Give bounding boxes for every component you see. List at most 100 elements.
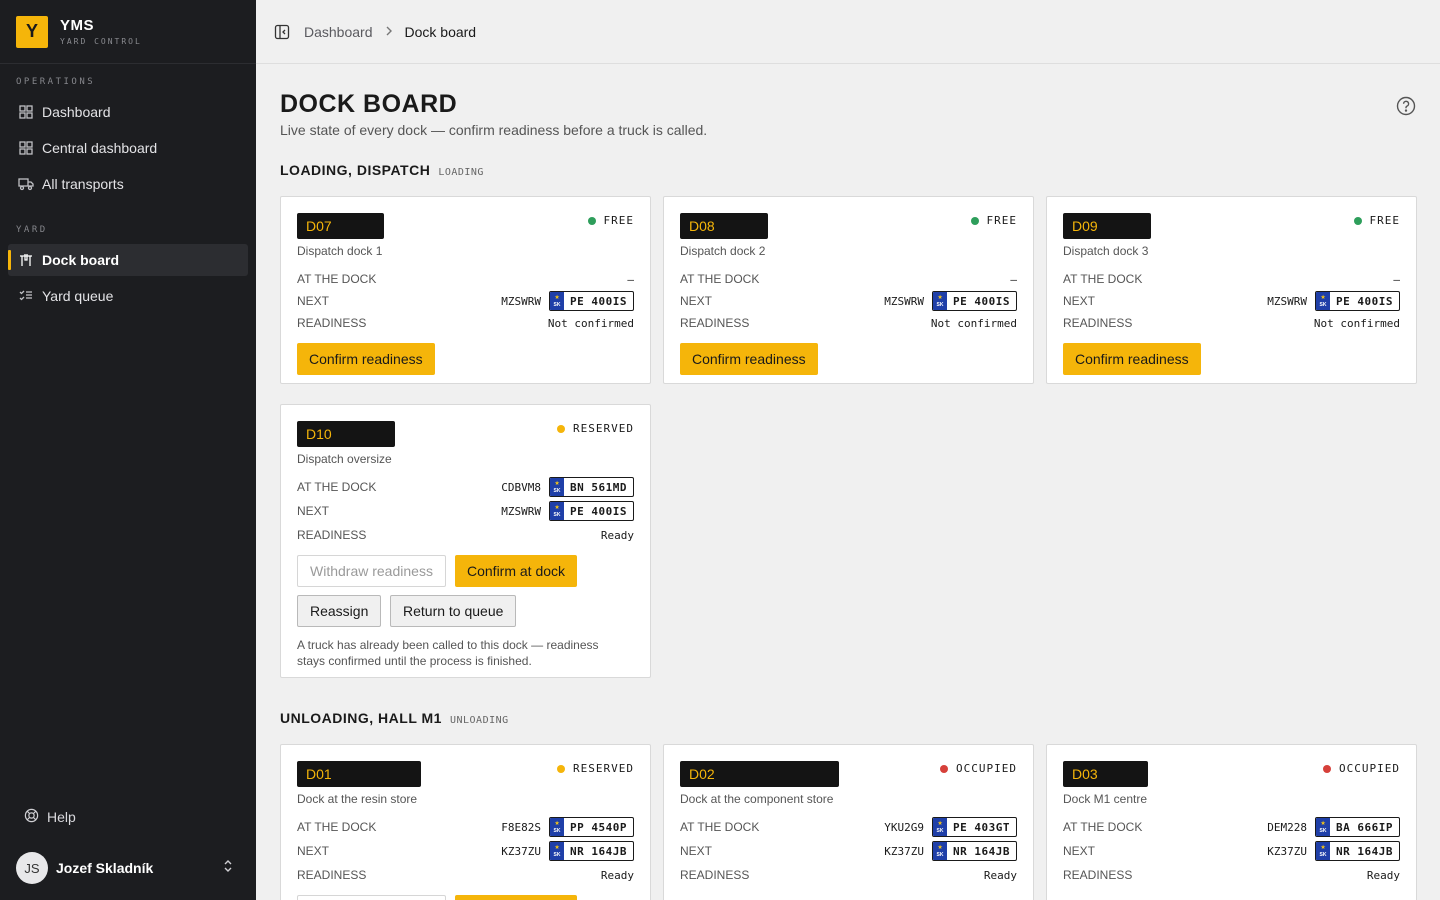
row-label: NEXT: [1063, 294, 1096, 308]
row-label: READINESS: [1063, 868, 1133, 882]
star-icon: ★: [554, 480, 560, 487]
sidebar-item-all-transports[interactable]: All transports: [8, 168, 248, 200]
confirm-readiness-button[interactable]: Confirm readiness: [680, 343, 818, 375]
reassign-button[interactable]: Reassign: [297, 595, 382, 627]
readiness-value: Ready: [600, 868, 634, 882]
next-truck: KZ37ZU ★ SK NR 164JB: [1267, 841, 1400, 861]
at-dock-truck: DEM228 ★ SK BA 666IP: [1267, 817, 1400, 837]
readiness-value: Ready: [600, 528, 634, 542]
row-label: READINESS: [680, 316, 750, 330]
star-icon: ★: [1320, 294, 1326, 301]
readiness-value: Not confirmed: [1313, 316, 1400, 330]
row-readiness: READINESS Not confirmed: [680, 313, 1017, 333]
confirm-readiness-button[interactable]: Confirm readiness: [297, 343, 435, 375]
dock-note: A truck has already been called to this …: [297, 638, 599, 668]
eu-flag-icon: ★ SK: [550, 292, 565, 310]
avatar: JS: [16, 852, 48, 884]
row-readiness: READINESS Not confirmed: [1063, 313, 1400, 333]
plate-number: NR 164JB: [953, 844, 1010, 858]
status-dot: [557, 424, 566, 433]
plate-number: PE 400IS: [953, 294, 1010, 308]
section-tag: LOADING: [438, 167, 484, 178]
truck-id: KZ37ZU: [1267, 844, 1308, 858]
plate-country: SK: [936, 851, 944, 858]
page-title: DOCK BOARD: [280, 90, 458, 118]
dock-card: D02 OCCUPIED Dock at the component store AT…: [663, 744, 1034, 900]
sidebar-toggle-icon[interactable]: [274, 24, 290, 40]
withdraw-readiness-button[interactable]: Withdraw readiness: [297, 895, 446, 900]
row-at-dock: AT THE DOCK DEM228 ★ SK BA 666IP: [1063, 817, 1400, 837]
row-label: READINESS: [297, 868, 367, 882]
section-title-text: UNLOADING, HALL M1: [280, 710, 442, 726]
row-next: NEXT MZSWRW ★ SK PE 400IS: [297, 291, 634, 311]
plate-country: SK: [1319, 301, 1327, 308]
row-at-dock: AT THE DOCK CDBVM8 ★ SK BN 561MD: [297, 477, 634, 497]
withdraw-readiness-button[interactable]: Withdraw readiness: [297, 555, 446, 587]
status-label: RESERVED: [573, 422, 634, 435]
confirm-readiness-button[interactable]: Confirm readiness: [1063, 343, 1201, 375]
sidebar-item-central-dashboard[interactable]: Central dashboard: [8, 132, 248, 164]
eu-flag-icon: ★ SK: [550, 502, 565, 520]
row-at-dock: AT THE DOCK —: [297, 269, 634, 289]
status-badge: FREE: [1353, 214, 1401, 227]
row-readiness: READINESS Ready: [680, 865, 1017, 885]
status-label: FREE: [603, 214, 634, 227]
row-next: NEXT MZSWRW ★ SK PE 400IS: [680, 291, 1017, 311]
plate-number: PP 4540P: [570, 820, 627, 834]
status-badge: RESERVED: [557, 762, 634, 775]
readiness-value: Ready: [983, 868, 1017, 882]
status-badge: FREE: [587, 214, 635, 227]
row-at-dock: AT THE DOCK —: [680, 269, 1017, 289]
return-to-queue-button[interactable]: Return to queue: [390, 595, 517, 627]
dock-name: Dock at the resin store: [297, 792, 418, 806]
topbar: Dashboard Dock board: [256, 0, 1440, 64]
at-dock-truck: YKU2G9 ★ SK PE 403GT: [884, 817, 1017, 837]
dock-card: D01 RESERVED Dock at the resin store AT THE…: [280, 744, 651, 900]
at-dock-empty: —: [1393, 272, 1400, 286]
row-label: NEXT: [297, 844, 330, 858]
page-subtitle: Live state of every dock — confirm readi…: [280, 122, 708, 138]
truck-icon: [18, 176, 34, 192]
plate-country: SK: [553, 301, 561, 308]
truck-id: YKU2G9: [884, 820, 925, 834]
row-label: AT THE DOCK: [297, 820, 377, 834]
sidebar-item-dock-board[interactable]: Dock board: [8, 244, 248, 276]
eu-flag-icon: ★ SK: [1316, 292, 1331, 310]
confirm-at-dock-button[interactable]: Confirm at dock: [455, 895, 578, 900]
license-plate: ★ SK NR 164JB: [932, 841, 1017, 861]
row-label: READINESS: [680, 868, 750, 882]
license-plate: ★ SK PE 400IS: [1315, 291, 1400, 311]
dock-code: D03: [1063, 761, 1148, 787]
breadcrumb-dashboard[interactable]: Dashboard: [304, 24, 373, 40]
star-icon: ★: [1320, 820, 1326, 827]
dock-name: Dock at the component store: [680, 792, 834, 806]
section-heading: LOADING, DISPATCH LOADING: [280, 162, 484, 178]
row-label: NEXT: [297, 504, 330, 518]
license-plate: ★ SK PE 400IS: [932, 291, 1017, 311]
readiness-value: Ready: [1366, 868, 1400, 882]
row-label: AT THE DOCK: [297, 272, 377, 286]
license-plate: ★ SK NR 164JB: [1315, 841, 1400, 861]
help-circle-icon[interactable]: [1396, 96, 1416, 116]
confirm-at-dock-button[interactable]: Confirm at dock: [455, 555, 578, 587]
dock-card: D10 RESERVED Dispatch oversize AT THE DOCK C…: [280, 404, 651, 678]
dock-code: D08: [680, 213, 768, 239]
star-icon: ★: [1320, 844, 1326, 851]
status-label: FREE: [986, 214, 1017, 227]
grid-icon: [18, 104, 34, 120]
grid-icon: [18, 140, 34, 156]
dock-code: D07: [297, 213, 384, 239]
eu-flag-icon: ★ SK: [933, 842, 948, 860]
sidebar-item-label: Yard queue: [42, 288, 114, 304]
status-dot: [940, 764, 949, 773]
eu-flag-icon: ★ SK: [1316, 842, 1331, 860]
sidebar-item-yard-queue[interactable]: Yard queue: [8, 280, 248, 312]
sidebar-item-dashboard[interactable]: Dashboard: [8, 96, 248, 128]
user-menu[interactable]: JS Jozef Skladník: [16, 852, 240, 884]
row-label: NEXT: [680, 844, 713, 858]
status-label: FREE: [1369, 214, 1400, 227]
license-plate: ★ SK PE 400IS: [549, 501, 634, 521]
plate-country: SK: [553, 827, 561, 834]
star-icon: ★: [937, 844, 943, 851]
help-link[interactable]: Help: [16, 808, 76, 826]
